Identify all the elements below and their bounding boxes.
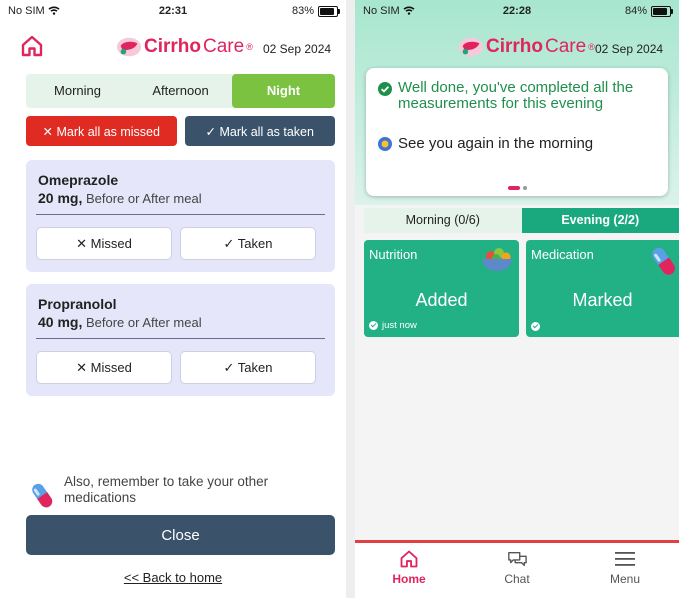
tile-footer: just now	[369, 320, 417, 331]
reminder-note: Also, remember to take your other medica…	[30, 474, 314, 510]
battery-icon	[651, 5, 673, 17]
home-screen: No SIM 22:28 84% Cirrho Care ® 02 Sep 2024…	[355, 0, 679, 598]
liver-logo-icon	[458, 37, 484, 57]
carousel-pagination[interactable]	[366, 186, 668, 190]
battery-icon	[318, 5, 340, 17]
nav-label: Home	[392, 572, 426, 586]
back-to-home-link[interactable]: << Back to home	[0, 570, 346, 585]
divider	[36, 214, 325, 215]
date-label: 02 Sep 2024	[595, 42, 664, 56]
close-button[interactable]: Close	[26, 515, 335, 555]
nav-label: Menu	[609, 572, 641, 586]
tile-title: Nutrition	[369, 247, 418, 262]
app-logo: Cirrho Care ®	[116, 36, 253, 58]
home-icon[interactable]	[20, 34, 44, 58]
tab-morning[interactable]: Morning (0/6)	[364, 208, 522, 233]
time-of-day-tabs: Morning Afternoon Night	[26, 74, 335, 108]
missed-button[interactable]: ✕ Missed	[36, 227, 172, 260]
mark-all-missed-button[interactable]: ✕ Mark all as missed	[26, 116, 177, 146]
date-label: 02 Sep 2024	[263, 42, 332, 56]
sun-icon	[378, 137, 392, 151]
tab-evening[interactable]: Evening (2/2)	[521, 208, 679, 233]
divider	[36, 338, 325, 339]
medication-name: Omeprazole	[38, 172, 119, 188]
taken-button[interactable]: ✓ Taken	[180, 227, 316, 260]
app-logo: Cirrho Care ®	[458, 36, 595, 58]
tile-title: Medication	[531, 247, 594, 262]
medication-card: Propranolol 40 mg, Before or After meal …	[26, 284, 335, 396]
mark-all-taken-button[interactable]: ✓ Mark all as taken	[184, 116, 335, 146]
taken-button[interactable]: ✓ Taken	[180, 351, 316, 384]
next-session-message: See you again in the morning	[378, 135, 593, 152]
tab-afternoon[interactable]: Afternoon	[129, 74, 232, 108]
medication-name: Propranolol	[38, 296, 117, 312]
check-icon	[369, 321, 378, 330]
screen-divider	[346, 0, 355, 598]
pill-icon	[652, 247, 675, 275]
status-bar: No SIM 22:31 83%	[0, 0, 346, 22]
nutrition-tile[interactable]: Nutrition Added just now	[364, 240, 519, 337]
carousel-dot-active[interactable]	[507, 186, 520, 190]
medication-screen: No SIM 22:31 83% Cirrho Care ® 02 Sep 2024…	[0, 0, 346, 598]
carousel-dot[interactable]	[522, 186, 527, 190]
nav-chat[interactable]: Chat	[463, 543, 571, 598]
nav-label: Chat	[504, 572, 530, 586]
tile-value: Added	[415, 290, 468, 310]
medication-dose: 20 mg, Before or After meal	[38, 190, 202, 206]
completion-message: Well done, you've completed all the meas…	[378, 80, 658, 112]
nav-menu[interactable]: Menu	[571, 543, 679, 598]
tab-night[interactable]: Night	[232, 74, 335, 108]
session-tabs: Morning (0/6) Evening (2/2)	[364, 208, 679, 233]
message-carousel[interactable]: Well done, you've completed all the meas…	[366, 68, 668, 196]
chat-icon	[508, 551, 527, 567]
pill-icon	[32, 483, 53, 508]
reminder-text: Also, remember to take your other medica…	[64, 474, 269, 505]
tile-value: Marked	[572, 290, 633, 310]
medication-dose: 40 mg, Before or After meal	[38, 314, 202, 330]
check-circle-icon	[378, 82, 392, 96]
check-icon	[531, 322, 540, 331]
salad-bowl-icon	[482, 248, 512, 271]
menu-icon	[615, 552, 635, 566]
liver-logo-icon	[116, 37, 142, 57]
medication-card: Omeprazole 20 mg, Before or After meal ✕…	[26, 160, 335, 272]
mark-all-row: ✕ Mark all as missed ✓ Mark all as taken	[26, 116, 335, 146]
battery-indicator: 83%	[292, 5, 340, 17]
bottom-navigation: Home Chat Menu	[355, 540, 679, 598]
medication-tile[interactable]: Medication Marked	[526, 240, 679, 337]
nav-home[interactable]: Home	[355, 543, 463, 598]
tile-footer	[531, 322, 544, 331]
status-bar: No SIM 22:28 84%	[355, 0, 679, 22]
home-icon	[400, 550, 418, 568]
missed-button[interactable]: ✕ Missed	[36, 351, 172, 384]
battery-indicator: 84%	[625, 5, 673, 17]
tab-morning[interactable]: Morning	[26, 74, 129, 108]
